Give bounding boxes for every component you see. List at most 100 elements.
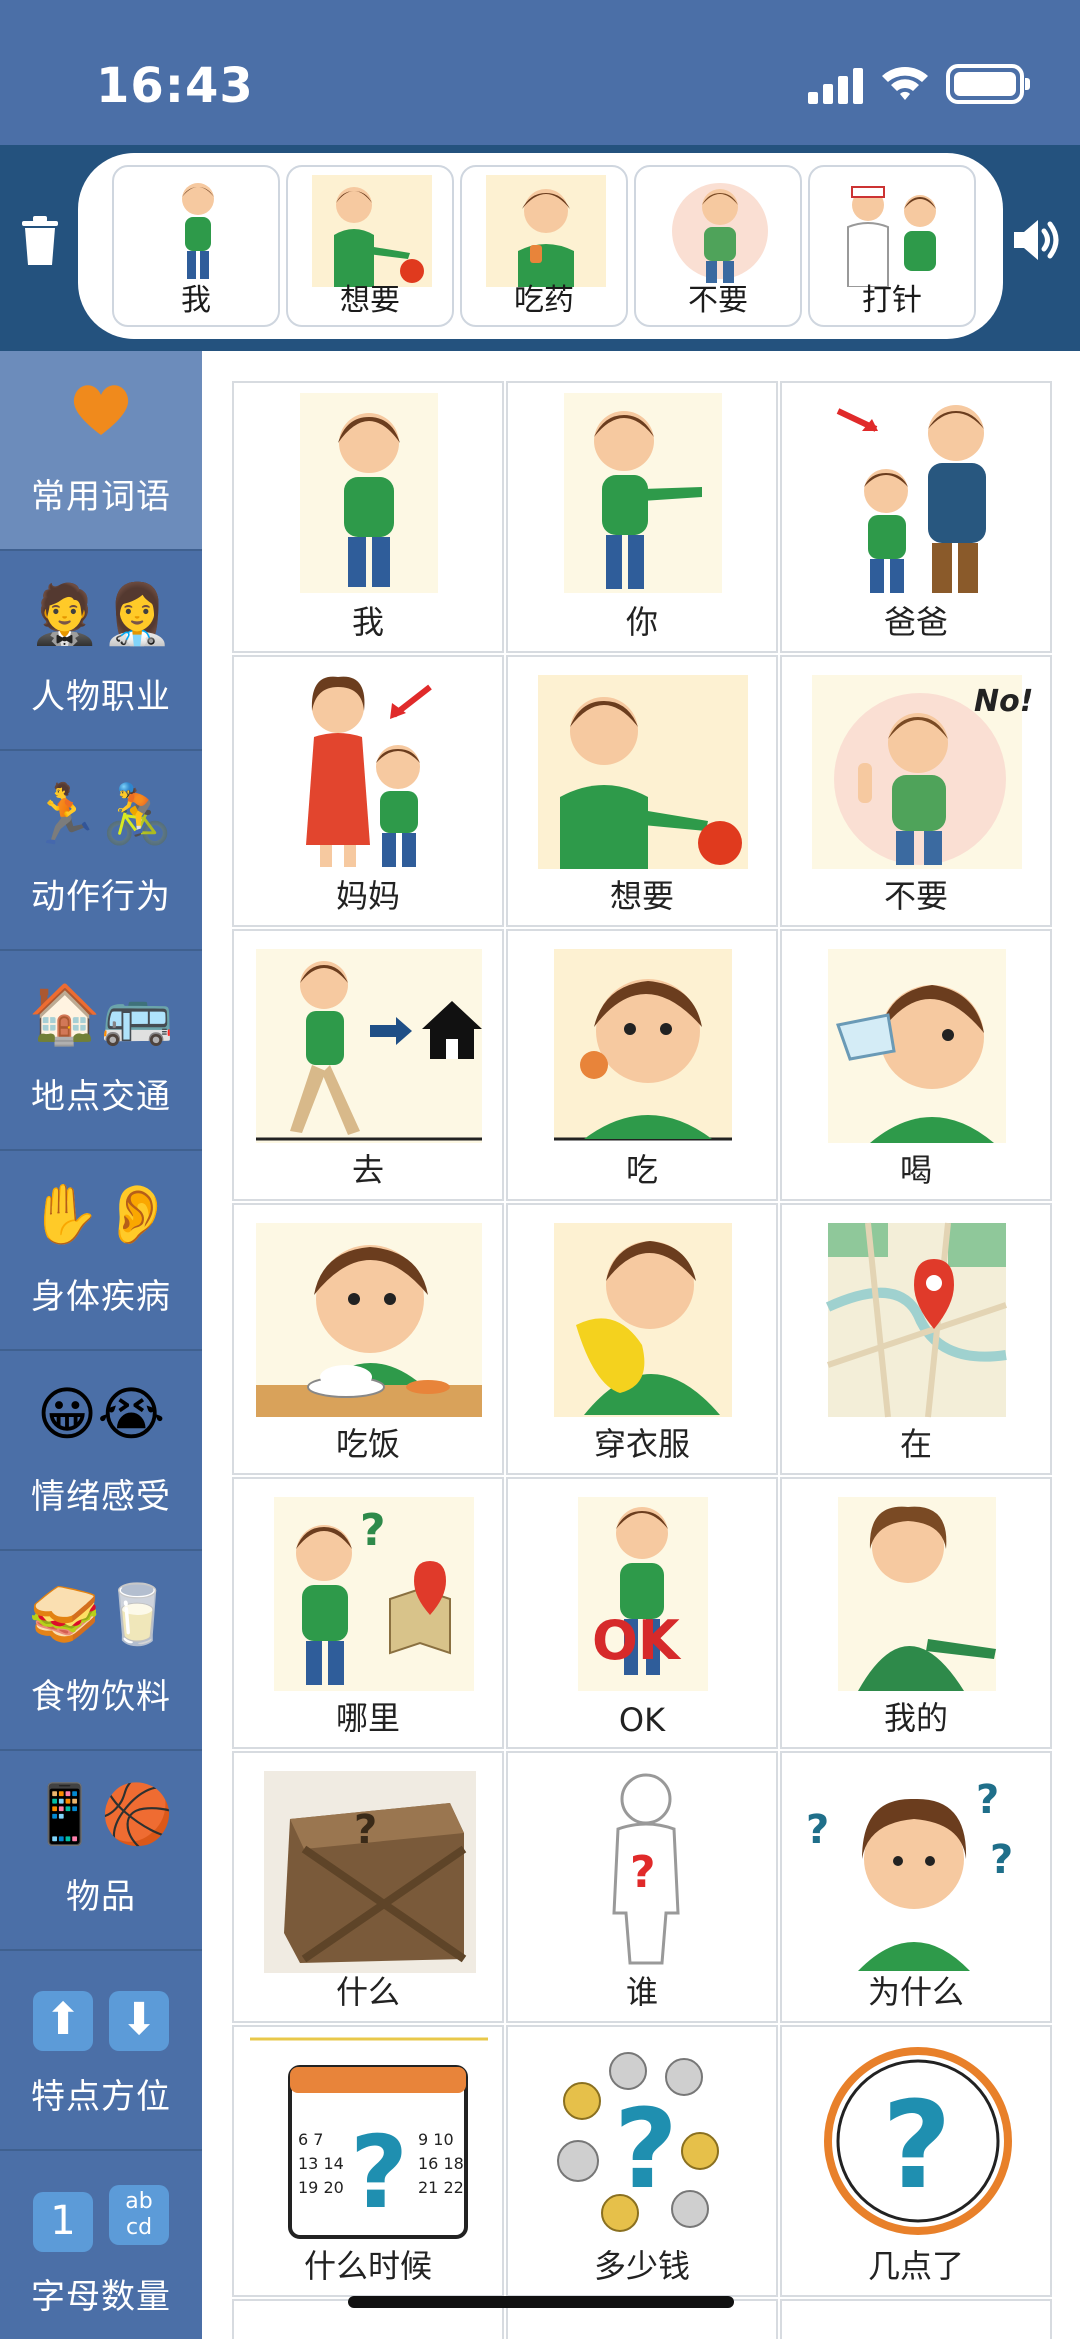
word-tile-want[interactable]: 想要 xyxy=(506,655,778,927)
status-time: 16:43 xyxy=(96,58,254,114)
running-cycling-icon: 🏃🚴 xyxy=(28,780,174,848)
drink-icon xyxy=(828,949,1006,1143)
word-tile-mom[interactable]: 妈妈 xyxy=(232,655,504,927)
why-icon: ? ? ? xyxy=(806,1777,1013,1971)
word-tile-how-much[interactable]: ? 多少钱 xyxy=(506,2025,778,2297)
word-tile-where[interactable]: ? 哪里 xyxy=(232,1477,504,1749)
svg-text:21 22: 21 22 xyxy=(418,2178,464,2197)
number-letters-icon: 1 ab cd xyxy=(0,2179,202,2252)
word-tile-dad[interactable]: 爸爸 xyxy=(780,381,1052,653)
speaker-icon[interactable] xyxy=(1012,215,1062,265)
sentence-strip: 我 想要 吃药 不要 打针 xyxy=(78,153,1003,339)
cellular-signal-icon xyxy=(808,66,866,104)
word-grid: 我 你 爸爸 妈妈 想要 No! 不要 去 吃 喝 吃饭 穿衣服 在 ? 哪里 … xyxy=(202,351,1080,2339)
word-tile-go[interactable]: 去 xyxy=(232,929,504,1201)
dont-want-icon xyxy=(672,183,768,283)
home-indicator[interactable] xyxy=(348,2296,734,2308)
mystery-box-icon: ? xyxy=(264,1771,476,1973)
word-tile-dress[interactable]: 穿衣服 xyxy=(506,1203,778,1475)
word-tile-me[interactable]: 我 xyxy=(232,381,504,653)
status-bar: 16:43 xyxy=(0,0,1080,145)
svg-text:?: ? xyxy=(614,2085,678,2213)
want-icon xyxy=(538,675,748,869)
dress-icon xyxy=(554,1223,732,1417)
take-medicine-icon xyxy=(486,175,606,287)
svg-text:?: ? xyxy=(990,1837,1013,1883)
phone-ball-icon: 📱🏀 xyxy=(28,1780,174,1848)
eat-meal-icon xyxy=(256,1223,482,1417)
want-icon xyxy=(312,175,432,287)
word-tile-eat[interactable]: 吃 xyxy=(506,929,778,1201)
strip-word-dont-want[interactable]: 不要 xyxy=(634,165,802,327)
no-icon: No! xyxy=(812,675,1033,869)
you-icon xyxy=(564,393,722,593)
category-body-illness[interactable]: ✋👂 身体疾病 xyxy=(0,1151,202,1351)
word-tile-mine[interactable]: 我的 xyxy=(780,1477,1052,1749)
word-tile-at[interactable]: 在 xyxy=(780,1203,1052,1475)
svg-text:?: ? xyxy=(630,1847,656,1898)
clock-question-icon: ? xyxy=(824,2047,1012,2235)
wifi-icon xyxy=(882,67,928,100)
svg-text:?: ? xyxy=(806,1807,829,1853)
me-icon xyxy=(300,393,438,593)
eat-icon xyxy=(554,949,732,1141)
word-tile-eat-meal[interactable]: 吃饭 xyxy=(232,1203,504,1475)
svg-text:?: ? xyxy=(976,1777,999,1823)
map-location-icon xyxy=(825,1222,1007,1418)
calendar-question-icon: 6 7 13 14 19 20 9 10 16 18 21 22 ? xyxy=(250,2037,488,2239)
smile-cry-icon: 😀😭 xyxy=(36,1380,166,1448)
word-tile-what-time[interactable]: ? 几点了 xyxy=(780,2025,1052,2297)
where-icon: ? xyxy=(274,1497,474,1691)
up-down-arrows-icon: ⬆ ⬇ xyxy=(0,1979,202,2051)
orange-heart-icon xyxy=(0,379,202,449)
category-common-words[interactable]: 常用词语 xyxy=(0,351,202,551)
word-tile-who[interactable]: ? 谁 xyxy=(506,1751,778,2023)
svg-text:?: ? xyxy=(350,2114,408,2231)
svg-text:9 10: 9 10 xyxy=(418,2130,454,2149)
category-places-transport[interactable]: 🏠🚌 地点交通 xyxy=(0,951,202,1151)
category-features-direction[interactable]: ⬆ ⬇ 特点方位 xyxy=(0,1951,202,2151)
word-tile-when[interactable]: 6 7 13 14 19 20 9 10 16 18 21 22 ? 什么时候 xyxy=(232,2025,504,2297)
category-objects[interactable]: 📱🏀 物品 xyxy=(0,1751,202,1951)
svg-text:6 7: 6 7 xyxy=(298,2130,323,2149)
go-icon xyxy=(256,949,482,1143)
svg-text:19 20: 19 20 xyxy=(298,2178,344,2197)
category-actions[interactable]: 🏃🚴 动作行为 xyxy=(0,751,202,951)
boy-self-icon xyxy=(182,183,214,279)
strip-word-me[interactable]: 我 xyxy=(112,165,280,327)
category-emotions[interactable]: 😀😭 情绪感受 xyxy=(0,1351,202,1551)
category-food-drink[interactable]: 🥪🥛 食物饮料 xyxy=(0,1551,202,1751)
trash-icon[interactable] xyxy=(20,215,60,267)
mine-icon xyxy=(838,1497,996,1691)
svg-text:?: ? xyxy=(882,2077,952,2216)
house-bus-icon: 🏠🚌 xyxy=(28,980,174,1048)
word-tile-what[interactable]: ? 什么 xyxy=(232,1751,504,2023)
strip-word-want[interactable]: 想要 xyxy=(286,165,454,327)
strip-word-injection[interactable]: 打针 xyxy=(808,165,976,327)
word-tile-drink[interactable]: 喝 xyxy=(780,929,1052,1201)
ok-icon: OK xyxy=(578,1497,708,1691)
svg-text:13 14: 13 14 xyxy=(298,2154,344,2173)
people-icon: 🤵👩‍⚕️ xyxy=(28,580,174,648)
sandwich-milk-icon: 🥪🥛 xyxy=(28,1580,174,1648)
battery-icon xyxy=(946,64,1030,104)
svg-text:?: ? xyxy=(360,1505,386,1556)
word-tile-partial[interactable] xyxy=(780,2299,1052,2339)
mom-icon xyxy=(306,676,432,867)
who-icon: ? xyxy=(612,1773,680,1965)
injection-icon xyxy=(847,186,936,287)
category-sidebar: 常用词语 🤵👩‍⚕️ 人物职业 🏃🚴 动作行为 🏠🚌 地点交通 ✋👂 身体疾病 … xyxy=(0,351,202,2339)
word-tile-no[interactable]: No! 不要 xyxy=(780,655,1052,927)
word-tile-you[interactable]: 你 xyxy=(506,381,778,653)
category-people-jobs[interactable]: 🤵👩‍⚕️ 人物职业 xyxy=(0,551,202,751)
word-tile-why[interactable]: ? ? ? 为什么 xyxy=(780,1751,1052,2023)
svg-text:No!: No! xyxy=(974,684,1033,719)
category-letters-numbers[interactable]: 1 ab cd 字母数量 xyxy=(0,2151,202,2339)
svg-text:OK: OK xyxy=(592,1609,682,1672)
sentence-bar: 我 想要 吃药 不要 打针 xyxy=(0,145,1080,351)
hand-ear-icon: ✋👂 xyxy=(28,1180,174,1248)
coins-question-icon: ? xyxy=(557,2052,719,2232)
strip-word-take-medicine[interactable]: 吃药 xyxy=(460,165,628,327)
dad-icon xyxy=(836,405,986,593)
word-tile-ok[interactable]: OK OK xyxy=(506,1477,778,1749)
